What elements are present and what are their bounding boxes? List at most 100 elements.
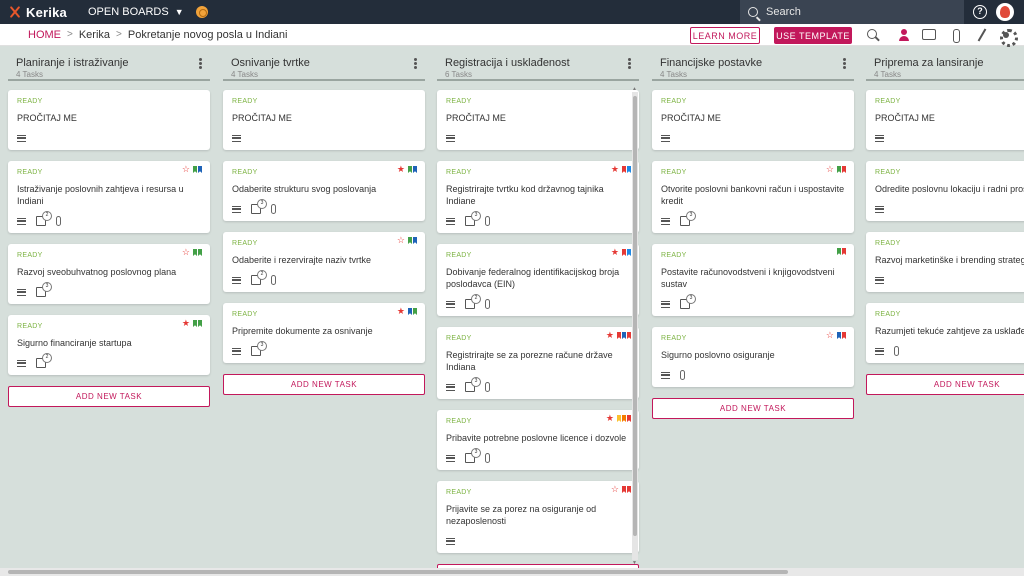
task-card[interactable]: READY Postavite računovodstveni i knjigov… [652, 244, 854, 316]
card-title[interactable]: PROČITAJ ME [446, 112, 630, 124]
scroll-up-icon[interactable]: ▲ [632, 86, 637, 92]
task-card[interactable]: ★ READY Dobivanje federalnog identifikacij… [437, 244, 639, 316]
card-title[interactable]: Prijavite se za porez na osiguranje od n… [446, 503, 630, 527]
card-title[interactable]: PROČITAJ ME [17, 112, 201, 124]
task-card[interactable]: ☆ READY Odaberite i rezervirajte naziv tvr… [223, 232, 425, 292]
more-options-icon[interactable] [199, 58, 202, 69]
task-card[interactable]: ★ READY Pripremite dokumente za osnivanje [223, 303, 425, 363]
card-title[interactable]: PROČITAJ ME [875, 112, 1024, 124]
star-filled-icon[interactable]: ★ [397, 307, 405, 316]
task-card[interactable]: READY Razumjeti tekuće zahtjeve za usklađ… [866, 303, 1024, 363]
magic-wand-icon[interactable] [975, 28, 989, 42]
description-icon [232, 134, 241, 142]
use-template-button[interactable]: USE TEMPLATE [774, 27, 852, 44]
learn-more-button[interactable]: LEARN MORE [690, 27, 760, 44]
star-outline-icon[interactable]: ☆ [397, 236, 405, 245]
column-title[interactable]: Priprema za lansiranje [874, 54, 1024, 69]
card-title[interactable]: Odredite poslovnu lokaciju i radni prost… [875, 183, 1024, 195]
column-scrollbar[interactable]: ▲ ▼ [632, 86, 638, 566]
task-card[interactable]: ☆ READY Razvoj sveobuhvatnog poslovnog pla… [8, 244, 210, 304]
column-title[interactable]: Registracija i usklađenost [445, 54, 639, 69]
attachment-icon [271, 204, 276, 214]
card-title[interactable]: PROČITAJ ME [661, 112, 845, 124]
card-title[interactable]: Istraživanje poslovnih zahtjeva i resurs… [17, 183, 201, 207]
board-scrollbar-thumb[interactable] [8, 570, 788, 574]
task-card[interactable]: READY Razvoj marketinške i brending strat… [866, 232, 1024, 292]
star-filled-icon[interactable]: ★ [611, 248, 619, 257]
add-new-task-button[interactable]: ADD NEW TASK [223, 374, 425, 395]
card-flags: ☆ [826, 331, 846, 340]
task-card[interactable]: ☆ READY Prijavite se za porez na osiguranj… [437, 481, 639, 553]
card-title[interactable]: Dobivanje federalnog identifikacijskog b… [446, 266, 630, 290]
breadcrumb-home[interactable]: HOME [28, 29, 61, 41]
column-header: Osnivanje tvrtke 4 Tasks [223, 54, 425, 81]
star-filled-icon[interactable]: ★ [606, 414, 614, 423]
description-icon [875, 347, 884, 355]
star-filled-icon[interactable]: ★ [611, 165, 619, 174]
help-icon[interactable]: ? [973, 5, 987, 19]
card-flags: ★ [606, 331, 631, 340]
task-card[interactable]: ☆ READY Sigurno poslovno osiguranje [652, 327, 854, 387]
chat-icon[interactable] [922, 29, 936, 40]
card-title[interactable]: Razvoj marketinške i brending strategije [875, 254, 1024, 266]
star-filled-icon[interactable]: ★ [397, 165, 405, 174]
more-options-icon[interactable] [414, 58, 417, 69]
board-scrollbar[interactable] [0, 568, 1024, 576]
search-icon[interactable] [866, 28, 880, 42]
task-card[interactable]: ★ READY Registrirajte tvrtku kod državnog … [437, 161, 639, 233]
open-boards-menu[interactable]: OPEN BOARDS ▼ [88, 6, 184, 18]
search-input[interactable]: Search [740, 0, 964, 24]
task-card[interactable]: READY PROČITAJ ME [866, 90, 1024, 150]
scroll-down-icon[interactable]: ▼ [632, 560, 637, 566]
add-user-icon[interactable] [896, 28, 910, 42]
task-card[interactable]: READY PROČITAJ ME [8, 90, 210, 150]
card-title[interactable]: Registrirajte se za porezne račune držav… [446, 349, 630, 373]
card-title[interactable]: Registrirajte tvrtku kod državnog tajnik… [446, 183, 630, 207]
star-outline-icon[interactable]: ☆ [826, 331, 834, 340]
column-title[interactable]: Planiranje i istraživanje [16, 54, 210, 69]
card-title[interactable]: Sigurno financiranje startupa [17, 337, 201, 349]
task-card[interactable]: ☆ READY Otvorite poslovni bankovni račun i… [652, 161, 854, 233]
task-card[interactable]: READY PROČITAJ ME [223, 90, 425, 150]
star-outline-icon[interactable]: ☆ [611, 485, 619, 494]
card-title[interactable]: PROČITAJ ME [232, 112, 416, 124]
breadcrumb-account[interactable]: Kerika [79, 29, 110, 41]
task-card[interactable]: READY Odredite poslovnu lokaciju i radni … [866, 161, 1024, 221]
card-title[interactable]: Pripremite dokumente za osnivanje [232, 325, 416, 337]
star-filled-icon[interactable]: ★ [606, 331, 614, 340]
column-scrollbar-thumb[interactable] [633, 96, 637, 536]
more-options-icon[interactable] [843, 58, 846, 69]
star-outline-icon[interactable]: ☆ [182, 248, 190, 257]
card-status: READY [661, 335, 687, 342]
app-logo[interactable]: Kerika [8, 5, 72, 20]
card-title[interactable]: Postavite računovodstveni i knjigovodstv… [661, 266, 845, 290]
add-new-task-button[interactable]: ADD NEW TASK [8, 386, 210, 407]
task-card[interactable]: ★ READY Odaberite strukturu svog poslovanj… [223, 161, 425, 221]
column-title[interactable]: Osnivanje tvrtke [231, 54, 425, 69]
card-title[interactable]: Razumjeti tekuće zahtjeve za usklađenost [875, 325, 1024, 337]
checklist-icon [251, 341, 267, 356]
card-title[interactable]: Razvoj sveobuhvatnog poslovnog plana [17, 266, 201, 278]
task-card[interactable]: ★ READY Sigurno financiranje startupa [8, 315, 210, 375]
card-title[interactable]: Otvorite poslovni bankovni račun i uspos… [661, 183, 845, 207]
card-title[interactable]: Odaberite i rezervirajte naziv tvrtke [232, 254, 416, 266]
add-new-task-button[interactable]: ADD NEW TASK [866, 374, 1024, 395]
card-title[interactable]: Odaberite strukturu svog poslovanja [232, 183, 416, 195]
star-outline-icon[interactable]: ☆ [182, 165, 190, 174]
task-card[interactable]: READY PROČITAJ ME [652, 90, 854, 150]
card-title[interactable]: Sigurno poslovno osiguranje [661, 349, 845, 361]
add-new-task-button[interactable]: ADD NEW TASK [652, 398, 854, 419]
task-card[interactable]: READY PROČITAJ ME [437, 90, 639, 150]
task-card[interactable]: ★ READY Pribavite potrebne poslovne licenc… [437, 410, 639, 470]
gear-icon[interactable] [999, 28, 1018, 47]
task-card[interactable]: ☆ READY Istraživanje poslovnih zahtjeva i … [8, 161, 210, 233]
card-title[interactable]: Pribavite potrebne poslovne licence i do… [446, 432, 630, 444]
task-card[interactable]: ★ READY Registrirajte se za porezne račune… [437, 327, 639, 399]
star-filled-icon[interactable]: ★ [182, 319, 190, 328]
more-options-icon[interactable] [628, 58, 631, 69]
star-outline-icon[interactable]: ☆ [826, 165, 834, 174]
column-title[interactable]: Financijske postavke [660, 54, 854, 69]
attachment-icon[interactable] [949, 28, 963, 43]
globe-icon[interactable] [195, 6, 208, 18]
avatar[interactable] [996, 3, 1014, 21]
